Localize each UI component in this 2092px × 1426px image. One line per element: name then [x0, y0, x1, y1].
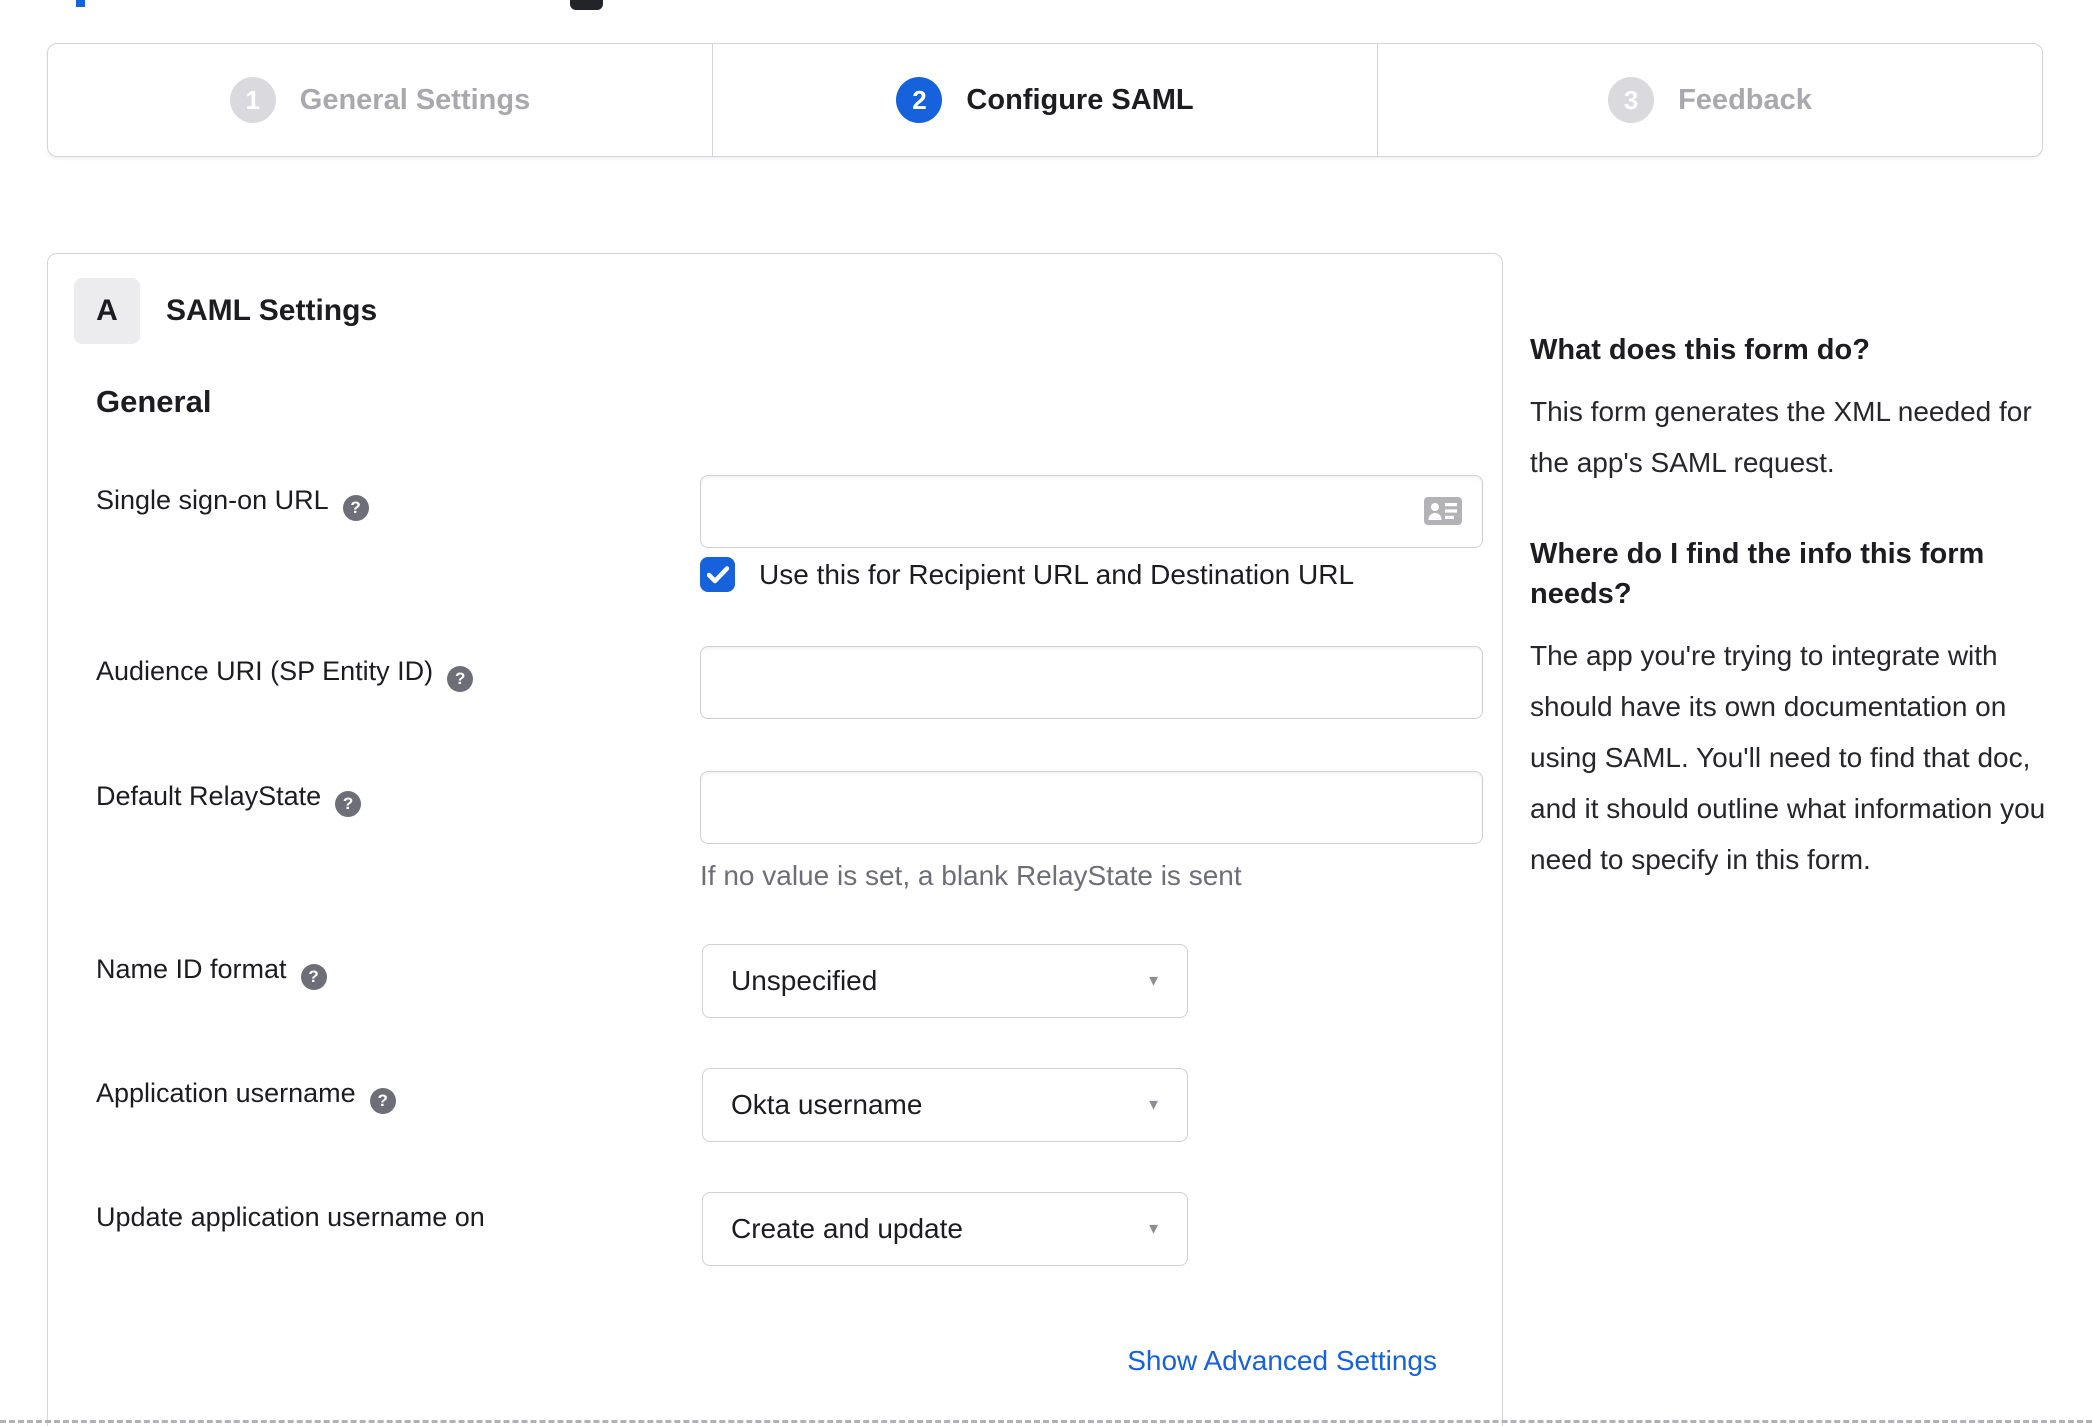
- step-label: Configure SAML: [966, 83, 1194, 116]
- select-value: Unspecified: [731, 965, 878, 996]
- recipient-url-checkbox-row: Use this for Recipient URL and Destinati…: [700, 557, 1354, 592]
- help-icon[interactable]: ?: [447, 666, 474, 692]
- help-heading: Where do I find the info this form needs…: [1530, 538, 1985, 610]
- step-configure-saml[interactable]: 2 Configure SAML: [712, 44, 1377, 156]
- field-label-text: Default RelayState: [96, 781, 322, 811]
- step-feedback[interactable]: 3 Feedback: [1377, 44, 2042, 156]
- field-label-text: Audience URI (SP Entity ID): [96, 656, 434, 686]
- application-username-label: Application username?: [96, 1078, 396, 1114]
- help-icon[interactable]: ?: [300, 964, 327, 990]
- wizard-stepper: 1 General Settings 2 Configure SAML 3 Fe…: [47, 43, 2043, 157]
- name-id-format-label: Name ID format?: [96, 954, 327, 990]
- step-number-badge: 3: [1608, 77, 1655, 123]
- default-relaystate-label: Default RelayState?: [96, 781, 362, 817]
- help-body: This form generates the XML needed for t…: [1530, 396, 2032, 478]
- step-label: General Settings: [299, 83, 531, 116]
- general-section-heading: General: [96, 384, 212, 419]
- show-advanced-settings-link[interactable]: Show Advanced Settings: [1127, 1345, 1437, 1377]
- step-number-badge: 2: [896, 77, 943, 123]
- checkmark-icon: [706, 565, 729, 583]
- section-a-badge: A: [74, 278, 140, 344]
- help-body: The app you're trying to integrate with …: [1530, 640, 2046, 875]
- field-label-text: Update application username on: [96, 1202, 485, 1232]
- update-username-select[interactable]: Create and update ▼: [702, 1192, 1188, 1266]
- single-sign-on-url-label: Single sign-on URL?: [96, 485, 369, 521]
- name-id-format-select[interactable]: Unspecified ▼: [702, 944, 1188, 1018]
- step-label: Feedback: [1678, 83, 1812, 116]
- recipient-url-checkbox[interactable]: [700, 557, 735, 592]
- help-icon[interactable]: ?: [335, 791, 362, 817]
- chevron-down-icon: ▼: [1146, 1220, 1161, 1238]
- configure-saml-page: 1 General Settings 2 Configure SAML 3 Fe…: [0, 0, 2092, 1426]
- field-label-text: Name ID format: [96, 954, 287, 984]
- cut-off-icon-fragment: [570, 0, 603, 10]
- select-value: Okta username: [731, 1089, 923, 1120]
- help-heading: What does this form do?: [1530, 334, 1870, 366]
- single-sign-on-url-input[interactable]: [700, 475, 1483, 548]
- select-value: Create and update: [731, 1213, 963, 1244]
- panel-header: A SAML Settings: [74, 278, 377, 344]
- field-label-text: Single sign-on URL: [96, 485, 329, 515]
- help-icon[interactable]: ?: [369, 1088, 396, 1114]
- help-block-where: Where do I find the info this form needs…: [1530, 534, 2080, 885]
- chevron-down-icon: ▼: [1146, 972, 1161, 990]
- field-label-text: Application username: [96, 1078, 356, 1108]
- step-general-settings[interactable]: 1 General Settings: [48, 44, 712, 156]
- application-username-select[interactable]: Okta username ▼: [702, 1068, 1188, 1142]
- panel-title: SAML Settings: [166, 294, 378, 327]
- help-icon[interactable]: ?: [342, 495, 369, 521]
- help-block-what: What does this form do? This form genera…: [1530, 330, 2080, 488]
- contact-card-icon[interactable]: [1424, 497, 1462, 530]
- saml-settings-panel: A SAML Settings General Single sign-on U…: [47, 253, 1503, 1426]
- update-username-label: Update application username on: [96, 1202, 485, 1233]
- audience-uri-input[interactable]: [700, 646, 1483, 719]
- bottom-dashed-divider: [0, 1420, 2092, 1423]
- cut-off-logo-fragment: [76, 0, 85, 7]
- relaystate-helper-text: If no value is set, a blank RelayState i…: [700, 860, 1242, 891]
- chevron-down-icon: ▼: [1146, 1096, 1161, 1114]
- help-sidebar: What does this form do? This form genera…: [1530, 330, 2080, 885]
- default-relaystate-input[interactable]: [700, 771, 1483, 844]
- audience-uri-label: Audience URI (SP Entity ID)?: [96, 656, 474, 692]
- recipient-url-checkbox-label: Use this for Recipient URL and Destinati…: [759, 558, 1355, 590]
- step-number-badge: 1: [229, 77, 276, 123]
